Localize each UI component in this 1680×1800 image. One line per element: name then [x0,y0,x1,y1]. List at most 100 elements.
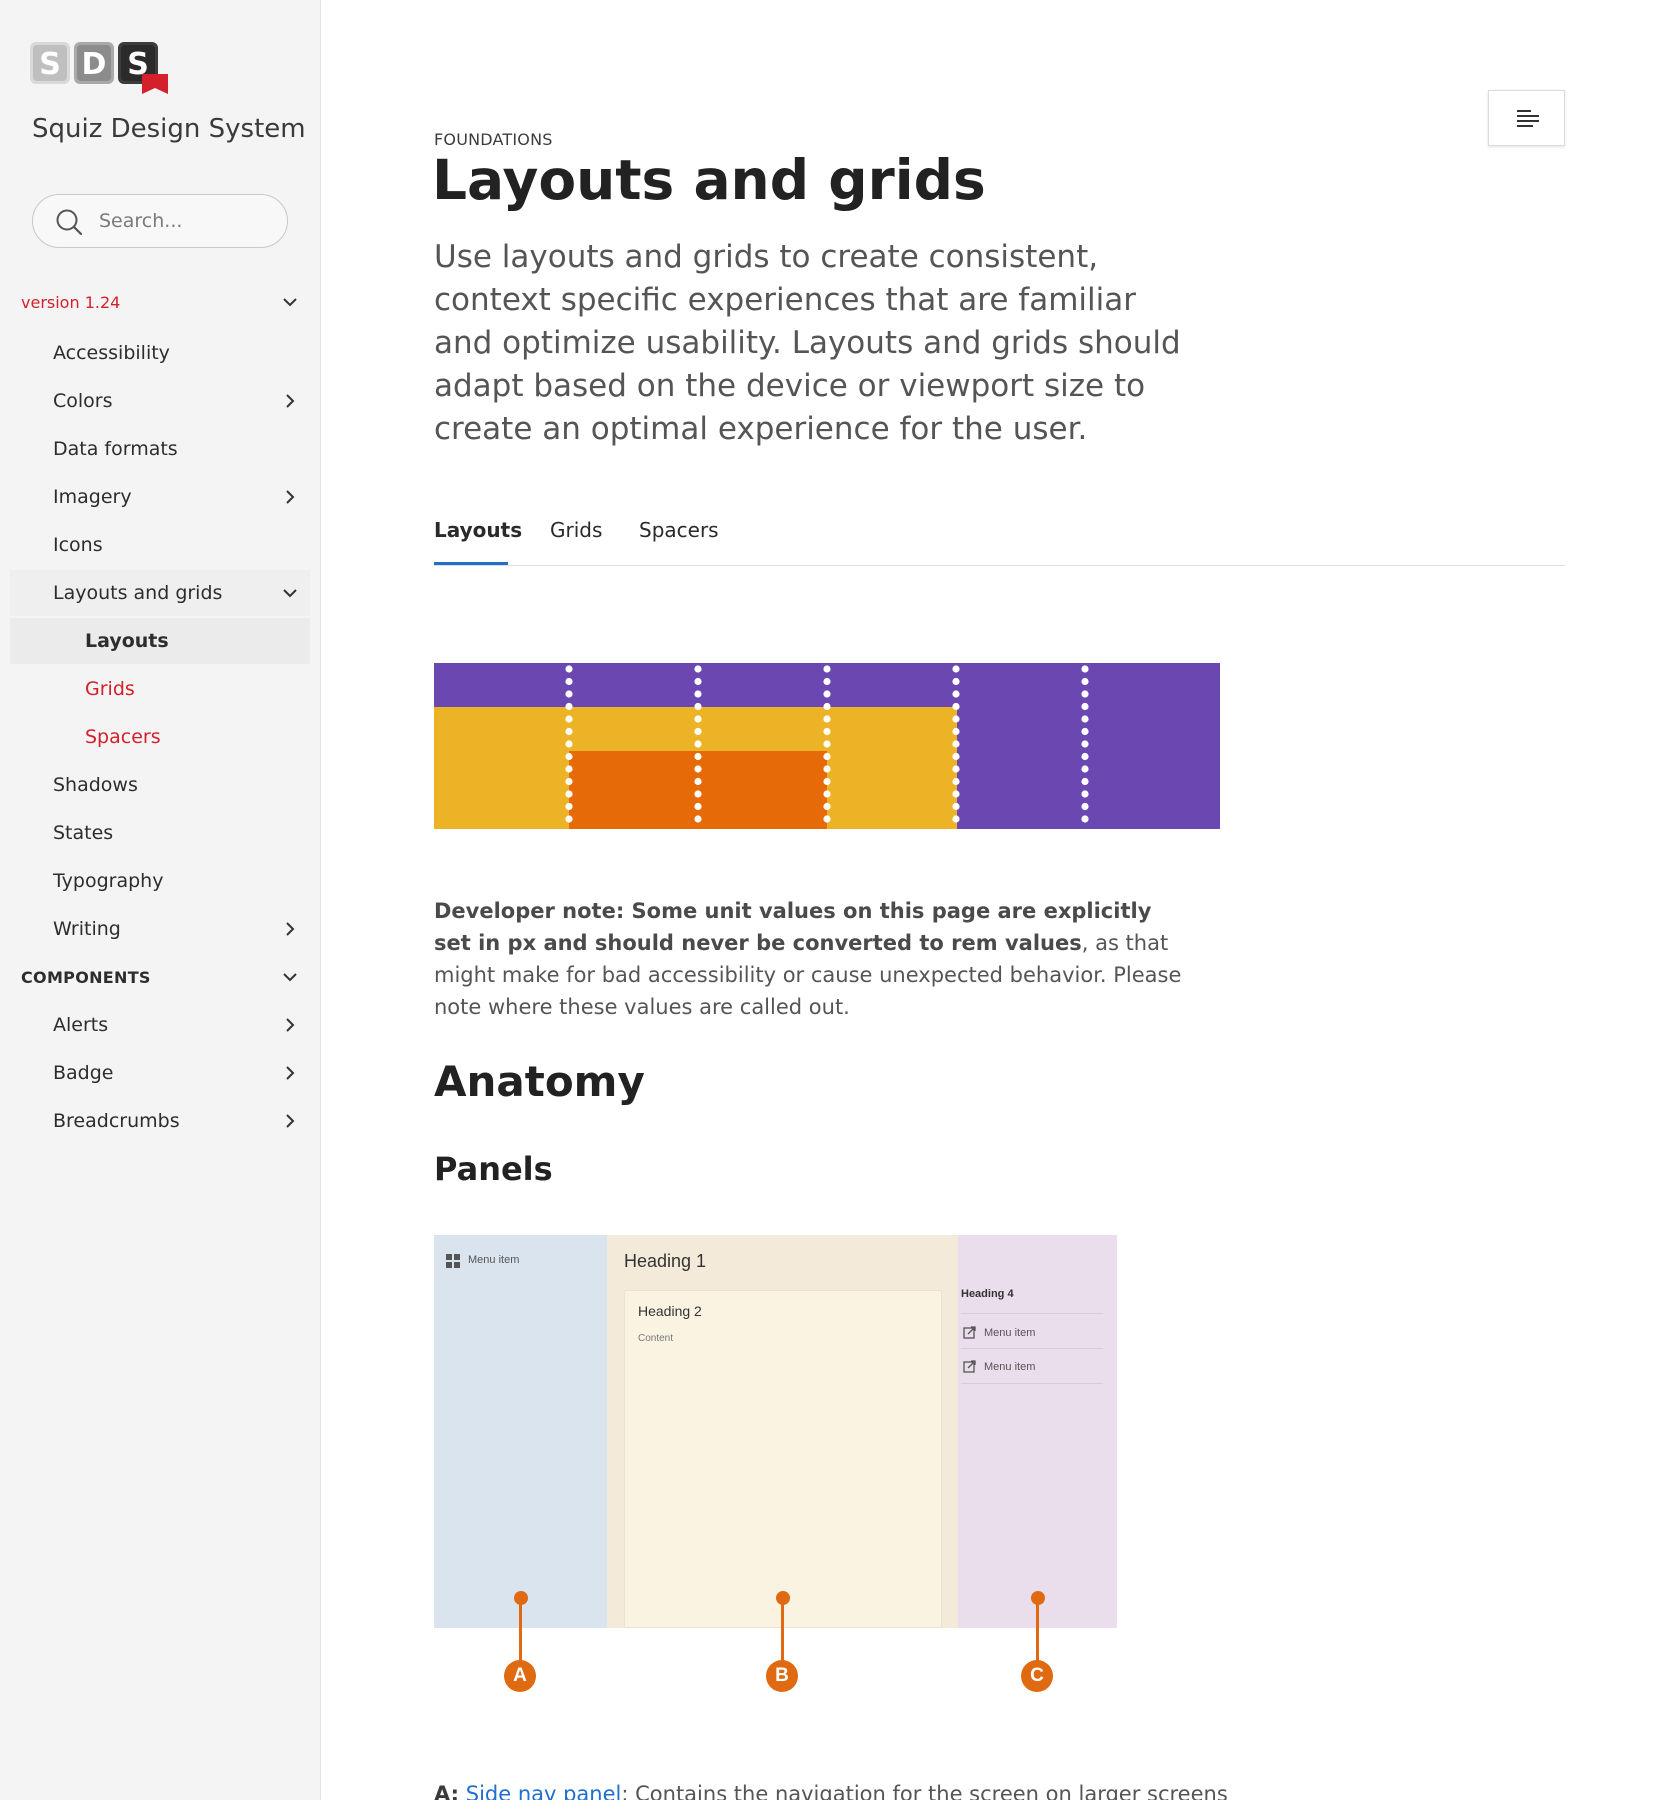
nav-section-label: COMPONENTS [21,967,151,987]
tab-layouts[interactable]: Layouts [434,518,522,542]
gutter-dot [823,815,831,823]
nav-item-imagery[interactable]: Imagery [10,474,310,520]
callout-badge-a: A [504,1660,536,1692]
side-nav-panel: Menu item [434,1235,607,1628]
nav-item-colors[interactable]: Colors [10,378,310,424]
nav-item-accessibility[interactable]: Accessibility [10,330,310,376]
nav-label: Colors [53,390,113,412]
gutter-dot [823,715,831,723]
table-of-contents-button[interactable] [1488,90,1565,146]
gutter-dot [823,802,831,811]
tab-grids[interactable]: Grids [550,518,602,542]
gutter-dot [565,690,573,698]
nav-subitem-spacers[interactable]: Spacers [10,714,310,760]
gutter-dot [1081,765,1089,773]
developer-note: Developer note: Some unit values on this… [434,895,1184,1023]
chevron-right-icon [286,922,295,936]
nav-item-writing[interactable]: Writing [10,906,310,952]
nav-label: Writing [53,918,121,940]
nav-label: Shadows [53,774,138,796]
gutter-dot [565,777,573,786]
section-heading-anatomy: Anatomy [434,1057,645,1106]
gutter-dot [694,740,702,748]
gutter-dot [1081,665,1089,673]
gutter-dot [823,740,831,748]
gutter-dot [823,765,831,773]
gutter-dot [694,715,702,723]
search-icon [56,209,83,236]
nav-label: Icons [53,534,103,556]
gutter-dot [565,802,573,811]
external-link-icon [963,1360,976,1373]
mini-heading-1: Heading 1 [624,1251,707,1271]
callout-badge-b: B [766,1660,798,1692]
sidebar: S D S Squiz Design System version 1.24 A… [0,0,321,1800]
search-box[interactable] [32,194,288,248]
gutter-dot [952,715,960,723]
gutter-dot [952,815,960,823]
gutter-dot [694,702,702,711]
gutter-dot [565,815,573,823]
gutter-dot [565,665,573,673]
nav-label: Layouts [85,630,169,652]
nav-item-badge[interactable]: Badge [10,1050,310,1096]
search-input[interactable] [99,205,269,237]
gutter-dot [1081,702,1089,711]
chevron-right-icon [286,490,295,504]
gutter-dot [823,677,831,686]
gutter-dot [694,665,702,673]
brand-name[interactable]: Squiz Design System [32,114,306,144]
gutter-dot [952,802,960,811]
external-link-icon [963,1326,976,1339]
gutter-dot [952,690,960,698]
nav-item-icons[interactable]: Icons [10,522,310,568]
gutter-dot [823,790,831,798]
callout-badge-c: C [1021,1660,1053,1692]
gutter-dot [694,777,702,786]
gutter-dot [1081,715,1089,723]
gutter-dot [823,665,831,673]
callout-line-a [519,1598,522,1668]
nav-item-layouts-and-grids[interactable]: Layouts and grids [10,570,310,616]
sds-logo[interactable]: S D S [30,40,170,94]
nav-item-shadows[interactable]: Shadows [10,762,310,808]
tab-spacers[interactable]: Spacers [639,518,719,542]
nav-subitem-layouts[interactable]: Layouts [10,618,310,664]
nav-item-typography[interactable]: Typography [10,858,310,904]
side-nav-panel-link[interactable]: Side nav panel [466,1782,622,1800]
nav-subitem-grids[interactable]: Grids [10,666,310,712]
gutter-dot [1081,690,1089,698]
nav-label: Grids [85,678,135,700]
gutter-dot [823,727,831,736]
gutter-dot [1081,677,1089,686]
gutter-dot [823,752,831,761]
mini-menu-item: Menu item [984,1361,1036,1373]
chevron-right-icon [286,1114,295,1128]
nav-item-alerts[interactable]: Alerts [10,1002,310,1048]
chevron-down-icon [283,298,297,307]
nav-item-data-formats[interactable]: Data formats [10,426,310,472]
nav-section-components[interactable]: COMPONENTS [10,954,310,1000]
version-label: version 1.24 [21,292,121,312]
nav-label: Accessibility [53,342,170,364]
gutter-dot [565,752,573,761]
main-content-panel: Heading 1 Heading 2 Content [607,1235,958,1628]
version-selector[interactable]: version 1.24 [10,279,310,325]
gutter-dot [565,740,573,748]
gutter-dot [823,777,831,786]
gutter-dot [1081,802,1089,811]
gutter-dot [565,702,573,711]
mini-menu-item: Menu item [984,1327,1036,1339]
gutter-dot [952,752,960,761]
nav-item-breadcrumbs[interactable]: Breadcrumbs [10,1098,310,1144]
gutter-dot [823,702,831,711]
nav-item-states[interactable]: States [10,810,310,856]
divider [961,1313,1103,1314]
mini-content: Content [638,1333,674,1344]
aside-panel: Heading 4 Menu item Menu item [958,1235,1117,1628]
gutter-dot [1081,815,1089,823]
gutter-dot [1081,777,1089,786]
grid-icon [446,1254,460,1268]
active-tab-indicator [434,562,508,565]
content-card: Heading 2 Content [624,1290,942,1628]
